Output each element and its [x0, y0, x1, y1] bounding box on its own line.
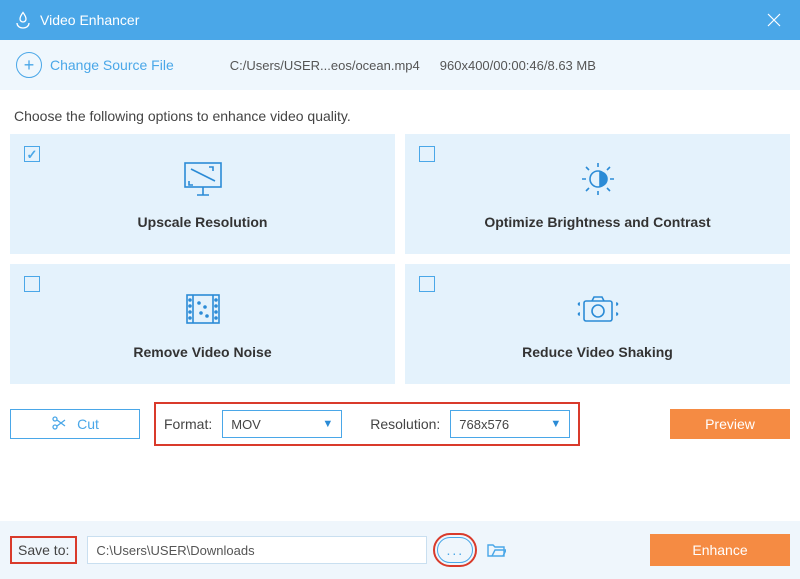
save-bar: Save to: C:\Users\USER\Downloads ... Enh…: [0, 521, 800, 579]
resolution-value: 768x576: [459, 417, 509, 432]
options-grid: Upscale Resolution Optimize Brightness a…: [0, 134, 800, 384]
open-folder-button[interactable]: [483, 537, 509, 563]
option-label: Optimize Brightness and Contrast: [484, 214, 710, 230]
resolution-select[interactable]: 768x576 ▼: [450, 410, 570, 438]
checkbox-noise[interactable]: [24, 276, 40, 292]
film-icon: [179, 289, 227, 334]
checkbox-upscale[interactable]: [24, 146, 40, 162]
source-info: 960x400/00:00:46/8.63 MB: [440, 58, 596, 73]
close-icon[interactable]: [762, 8, 786, 32]
save-path-input[interactable]: C:\Users\USER\Downloads: [87, 536, 427, 564]
cut-label: Cut: [77, 416, 99, 432]
titlebar: Video Enhancer: [0, 0, 800, 40]
app-title: Video Enhancer: [40, 12, 762, 28]
browse-button[interactable]: ...: [437, 537, 473, 563]
option-reduce-shaking[interactable]: Reduce Video Shaking: [405, 264, 790, 384]
option-label: Remove Video Noise: [133, 344, 271, 360]
app-icon: [14, 11, 32, 29]
option-brightness-contrast[interactable]: Optimize Brightness and Contrast: [405, 134, 790, 254]
sun-icon: [574, 159, 622, 204]
format-select[interactable]: MOV ▼: [222, 410, 342, 438]
checkbox-shaking[interactable]: [419, 276, 435, 292]
ellipsis-icon: ...: [447, 542, 465, 558]
save-path-value: C:\Users\USER\Downloads: [96, 543, 254, 558]
folder-icon: [486, 541, 506, 559]
instruction-text: Choose the following options to enhance …: [0, 90, 800, 134]
source-path: C:/Users/USER...eos/ocean.mp4: [230, 58, 420, 73]
option-label: Upscale Resolution: [138, 214, 268, 230]
option-remove-noise[interactable]: Remove Video Noise: [10, 264, 395, 384]
preview-label: Preview: [705, 416, 755, 432]
chevron-down-icon: ▼: [322, 418, 333, 430]
option-upscale-resolution[interactable]: Upscale Resolution: [10, 134, 395, 254]
controls-row: Cut Format: MOV ▼ Resolution: 768x576 ▼ …: [0, 384, 800, 446]
source-bar: + Change Source File C:/Users/USER...eos…: [0, 40, 800, 90]
option-label: Reduce Video Shaking: [522, 344, 673, 360]
enhance-label: Enhance: [692, 542, 747, 558]
monitor-icon: [179, 159, 227, 204]
format-value: MOV: [231, 417, 261, 432]
change-source-label: Change Source File: [50, 57, 174, 73]
plus-icon: +: [16, 52, 42, 78]
checkbox-brightness[interactable]: [419, 146, 435, 162]
resolution-label: Resolution:: [370, 416, 440, 432]
scissors-icon: [51, 415, 67, 434]
chevron-down-icon: ▼: [550, 418, 561, 430]
format-label: Format:: [164, 416, 212, 432]
enhance-button[interactable]: Enhance: [650, 534, 790, 566]
preview-button[interactable]: Preview: [670, 409, 790, 439]
camera-shake-icon: [574, 289, 622, 334]
save-to-label: Save to:: [10, 536, 77, 564]
cut-button[interactable]: Cut: [10, 409, 140, 439]
format-resolution-group: Format: MOV ▼ Resolution: 768x576 ▼: [154, 402, 580, 446]
change-source-button[interactable]: + Change Source File: [10, 48, 180, 82]
